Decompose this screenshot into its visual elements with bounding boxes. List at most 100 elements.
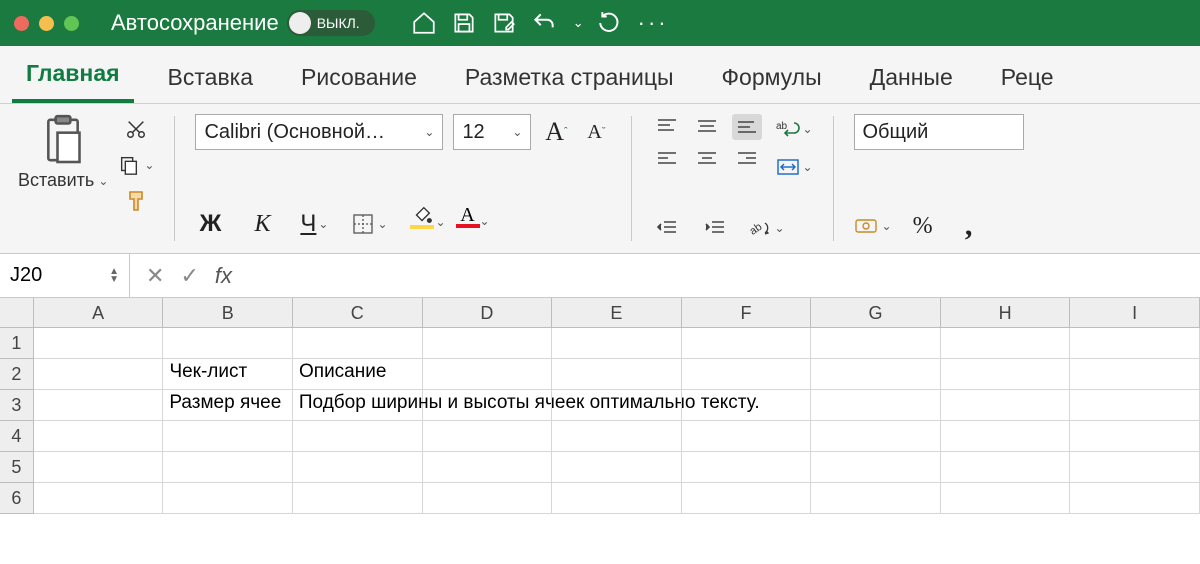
redo-icon[interactable] xyxy=(598,10,624,36)
align-top-button[interactable] xyxy=(652,114,682,140)
cell[interactable] xyxy=(811,328,941,359)
accept-formula-button[interactable]: ✓ xyxy=(180,263,198,289)
cell[interactable] xyxy=(682,483,812,514)
cell[interactable] xyxy=(423,328,553,359)
cell[interactable] xyxy=(682,359,812,390)
cell[interactable] xyxy=(34,328,164,359)
formula-input[interactable] xyxy=(248,254,1200,297)
bold-button[interactable]: Ж xyxy=(195,210,225,238)
font-color-button[interactable]: A ⌄ xyxy=(456,206,480,242)
cell[interactable] xyxy=(1070,328,1200,359)
number-format-combo[interactable]: Общий xyxy=(854,114,1024,150)
tab-home[interactable]: Главная xyxy=(12,50,134,103)
cell[interactable] xyxy=(682,452,812,483)
cell[interactable] xyxy=(941,483,1071,514)
cell[interactable] xyxy=(163,452,293,483)
cell[interactable] xyxy=(552,421,682,452)
cell[interactable] xyxy=(293,421,423,452)
col-header[interactable]: C xyxy=(293,298,423,327)
row-header[interactable]: 2 xyxy=(0,359,34,390)
cell[interactable] xyxy=(423,390,553,421)
format-painter-button[interactable] xyxy=(118,186,154,216)
name-box[interactable]: J20 ▲▼ xyxy=(0,254,130,297)
row-header[interactable]: 3 xyxy=(0,390,34,421)
cell[interactable] xyxy=(423,359,553,390)
tab-formulas[interactable]: Формулы xyxy=(708,54,836,103)
cell[interactable] xyxy=(34,390,164,421)
italic-button[interactable]: К xyxy=(247,211,277,238)
cell[interactable] xyxy=(682,390,812,421)
more-icon[interactable]: ··· xyxy=(638,10,669,36)
cell[interactable] xyxy=(941,452,1071,483)
cell[interactable] xyxy=(423,483,553,514)
cell[interactable] xyxy=(163,328,293,359)
cell[interactable]: Подбор ширины и высоты ячеек оптимально … xyxy=(293,390,423,421)
row-header[interactable]: 1 xyxy=(0,328,34,359)
undo-dropdown-icon[interactable]: ⌄ xyxy=(573,15,584,31)
tab-data[interactable]: Данные xyxy=(856,54,967,103)
autosave-toggle[interactable]: ВЫКЛ. xyxy=(287,10,375,36)
col-header[interactable]: H xyxy=(941,298,1071,327)
cancel-formula-button[interactable]: ✕ xyxy=(146,263,164,289)
cell[interactable] xyxy=(1070,483,1200,514)
cell[interactable] xyxy=(163,483,293,514)
fill-color-button[interactable]: ⌄ xyxy=(410,205,434,243)
cell[interactable] xyxy=(552,328,682,359)
cell[interactable] xyxy=(293,483,423,514)
cell[interactable] xyxy=(941,328,1071,359)
cell[interactable] xyxy=(552,390,682,421)
maximize-window-button[interactable] xyxy=(64,16,79,31)
align-left-button[interactable] xyxy=(652,146,682,172)
cell[interactable] xyxy=(941,359,1071,390)
decrease-font-button[interactable]: Aˇ xyxy=(581,121,611,144)
merge-cells-button[interactable]: ⌄ xyxy=(776,152,812,182)
orientation-button[interactable]: ab ⌄ xyxy=(748,213,784,243)
wrap-text-button[interactable]: ab ⌄ xyxy=(776,114,812,144)
cell[interactable] xyxy=(682,421,812,452)
cell[interactable] xyxy=(163,421,293,452)
cell[interactable] xyxy=(1070,390,1200,421)
increase-indent-button[interactable] xyxy=(700,213,730,243)
cell[interactable] xyxy=(552,359,682,390)
minimize-window-button[interactable] xyxy=(39,16,54,31)
cell[interactable] xyxy=(34,421,164,452)
cell[interactable] xyxy=(293,452,423,483)
fx-label[interactable]: fx xyxy=(215,263,232,289)
cell[interactable] xyxy=(552,452,682,483)
cut-button[interactable] xyxy=(118,114,154,144)
save-as-icon[interactable] xyxy=(491,10,517,36)
borders-button[interactable]: ⌄ xyxy=(351,209,387,239)
cell[interactable] xyxy=(682,328,812,359)
cell[interactable] xyxy=(811,452,941,483)
cell[interactable] xyxy=(552,483,682,514)
cell[interactable] xyxy=(941,421,1071,452)
col-header[interactable]: B xyxy=(163,298,293,327)
row-header[interactable]: 6 xyxy=(0,483,34,514)
col-header[interactable]: G xyxy=(811,298,941,327)
close-window-button[interactable] xyxy=(14,16,29,31)
col-header[interactable]: I xyxy=(1070,298,1200,327)
select-all-corner[interactable] xyxy=(0,298,34,327)
align-right-button[interactable] xyxy=(732,146,762,172)
row-header[interactable]: 5 xyxy=(0,452,34,483)
align-middle-button[interactable] xyxy=(692,114,722,140)
paste-button[interactable]: Вставить ⌄ xyxy=(18,114,108,191)
cell[interactable] xyxy=(811,483,941,514)
cell[interactable]: Размер ячее xyxy=(163,390,293,421)
tab-page-layout[interactable]: Разметка страницы xyxy=(451,54,688,103)
col-header[interactable]: E xyxy=(552,298,682,327)
cell[interactable] xyxy=(1070,421,1200,452)
tab-review[interactable]: Реце xyxy=(987,54,1068,103)
align-bottom-button[interactable] xyxy=(732,114,762,140)
currency-button[interactable]: ⌄ xyxy=(854,211,892,241)
col-header[interactable]: D xyxy=(423,298,553,327)
undo-icon[interactable] xyxy=(531,10,557,36)
cell[interactable]: Чек-лист xyxy=(163,359,293,390)
cell[interactable] xyxy=(423,421,553,452)
home-icon[interactable] xyxy=(411,10,437,36)
underline-button[interactable]: Ч ⌄ xyxy=(299,210,329,238)
tab-draw[interactable]: Рисование xyxy=(287,54,431,103)
cell[interactable] xyxy=(293,328,423,359)
cell[interactable] xyxy=(941,390,1071,421)
copy-button[interactable]: ⌄ xyxy=(118,150,154,180)
